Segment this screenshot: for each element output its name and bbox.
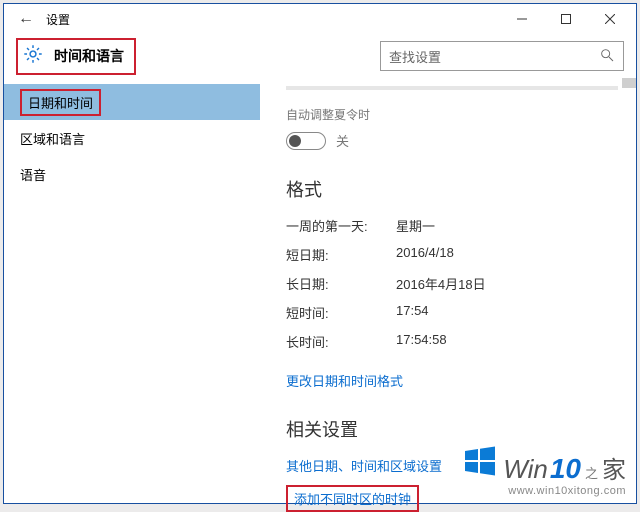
format-header: 格式: [286, 176, 614, 202]
add-clocks-highlight: 添加不同时区的时钟: [286, 485, 419, 512]
window-title: 设置: [46, 11, 500, 28]
watermark: Win10之家 www.win10xitong.com: [463, 444, 626, 497]
scrollbar[interactable]: [622, 78, 636, 88]
search-placeholder: 查找设置: [389, 47, 599, 66]
toggle-state: 关: [336, 131, 349, 150]
add-clocks-link[interactable]: 添加不同时区的时钟: [294, 489, 411, 508]
window-controls: [500, 5, 632, 33]
dst-toggle[interactable]: 关: [286, 131, 614, 150]
other-settings-link[interactable]: 其他日期、时间和区域设置: [286, 456, 442, 475]
sidebar: 日期和时间 区域和语言 语音: [4, 78, 260, 503]
wm-10: 10: [550, 453, 581, 485]
settings-window: ← 设置 时间和语言 查找设置 日期和时间 区域和语: [3, 3, 637, 504]
search-icon: [599, 47, 615, 66]
row-short-date: 短日期:2016/4/18: [286, 245, 614, 264]
windows-logo-icon: [463, 444, 497, 481]
titlebar: ← 设置: [4, 4, 636, 34]
sidebar-item-label: 区域和语言: [20, 129, 85, 148]
divider: [286, 86, 618, 90]
row-first-day: 一周的第一天:星期一: [286, 216, 614, 235]
wm-zhi: 之: [585, 463, 598, 482]
gear-icon: [22, 43, 44, 70]
search-input[interactable]: 查找设置: [380, 41, 624, 71]
dst-label: 自动调整夏令时: [286, 106, 614, 123]
row-short-time: 短时间:17:54: [286, 303, 614, 322]
row-long-time: 长时间:17:54:58: [286, 332, 614, 351]
toggle-track: [286, 132, 326, 150]
sidebar-item-datetime[interactable]: 日期和时间: [4, 84, 260, 120]
change-format-link[interactable]: 更改日期和时间格式: [286, 371, 403, 390]
sidebar-item-region[interactable]: 区域和语言: [4, 120, 260, 156]
wm-url: www.win10xitong.com: [463, 485, 626, 497]
close-button[interactable]: [588, 5, 632, 33]
toggle-knob: [289, 135, 301, 147]
row-long-date: 长日期:2016年4月18日: [286, 274, 614, 293]
content-pane: 自动调整夏令时 关 格式 一周的第一天:星期一 短日期:2016/4/18 长日…: [260, 78, 636, 503]
body: 日期和时间 区域和语言 语音 自动调整夏令时 关 格式: [4, 78, 636, 503]
page-title: 时间和语言: [54, 46, 124, 66]
sidebar-item-label: 语音: [20, 165, 46, 184]
sidebar-item-speech[interactable]: 语音: [4, 156, 260, 192]
wm-win: Win: [503, 454, 548, 485]
sidebar-item-label: 日期和时间: [20, 89, 101, 116]
wm-jia: 家: [602, 450, 626, 485]
page-header: 时间和语言 查找设置: [4, 34, 636, 78]
back-icon[interactable]: ←: [18, 11, 34, 27]
dst-section: 自动调整夏令时 关: [286, 106, 614, 150]
maximize-button[interactable]: [544, 5, 588, 33]
related-header: 相关设置: [286, 416, 614, 442]
page-title-highlight: 时间和语言: [16, 38, 136, 75]
minimize-button[interactable]: [500, 5, 544, 33]
